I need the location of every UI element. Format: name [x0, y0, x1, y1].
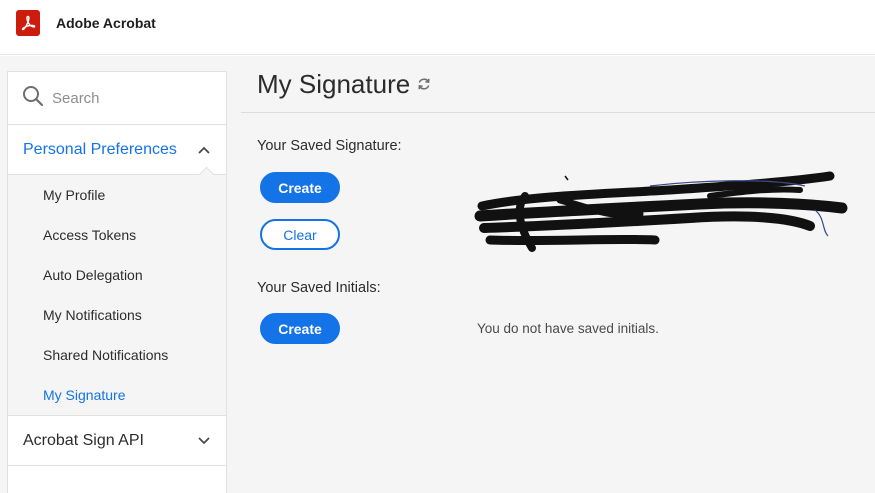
chevron-down-icon: [198, 432, 210, 450]
personal-preferences-menu: My Profile Access Tokens Auto Delegation…: [8, 175, 226, 416]
sidebar: Search Personal Preferences My Profile A…: [7, 71, 227, 493]
refresh-icon[interactable]: [417, 77, 431, 96]
section-title: Acrobat Sign API: [23, 431, 144, 449]
page-title: My Signature: [257, 69, 411, 99]
search-input[interactable]: Search: [8, 72, 226, 125]
saved-initials-label: Your Saved Initials:: [257, 280, 381, 296]
sidebar-item-shared-notifications[interactable]: Shared Notifications: [8, 335, 226, 375]
chevron-up-icon: [198, 141, 210, 159]
sidebar-item-my-notifications[interactable]: My Notifications: [8, 295, 226, 335]
sidebar-item-my-profile[interactable]: My Profile: [8, 175, 226, 215]
section-personal-preferences[interactable]: Personal Preferences: [8, 125, 226, 183]
create-initials-button[interactable]: Create: [260, 313, 340, 344]
search-icon: [22, 85, 44, 112]
sidebar-item-access-tokens[interactable]: Access Tokens: [8, 215, 226, 255]
no-initials-message: You do not have saved initials.: [477, 321, 659, 336]
create-signature-button[interactable]: Create: [260, 172, 340, 203]
acrobat-logo-icon: [16, 10, 40, 36]
sidebar-item-auto-delegation[interactable]: Auto Delegation: [8, 255, 226, 295]
saved-signature-label: Your Saved Signature:: [257, 138, 402, 154]
clear-signature-button[interactable]: Clear: [260, 219, 340, 250]
app-title: Adobe Acrobat: [56, 15, 156, 31]
section-title: Personal Preferences: [23, 140, 177, 158]
section-acrobat-sign-api[interactable]: Acrobat Sign API: [8, 416, 226, 466]
page-title-row: My Signature: [241, 57, 875, 113]
sidebar-item-my-signature[interactable]: My Signature: [8, 375, 226, 415]
app-header: Adobe Acrobat: [0, 0, 875, 55]
saved-signature-image: [470, 168, 855, 263]
search-placeholder: Search: [52, 89, 100, 107]
